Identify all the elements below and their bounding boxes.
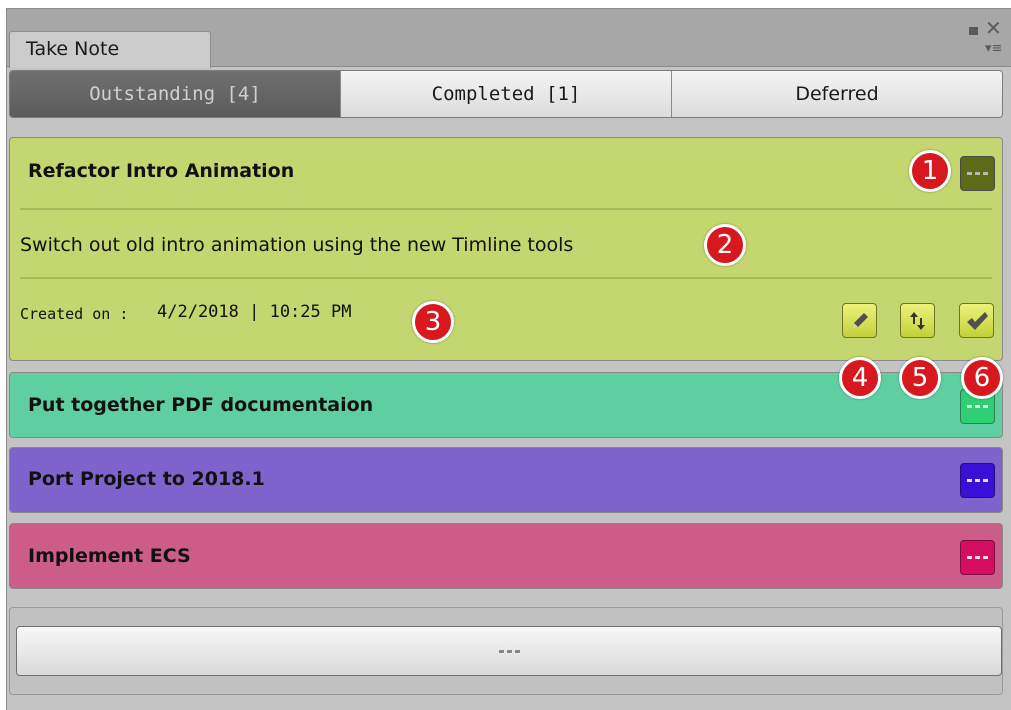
- reorder-button[interactable]: [900, 303, 935, 338]
- edit-button[interactable]: [842, 303, 877, 338]
- dots-menu-icon: [967, 172, 988, 175]
- dots-menu-icon: [967, 556, 988, 559]
- close-icon[interactable]: ✕: [985, 18, 1002, 38]
- callout-badge: 3: [412, 301, 454, 343]
- note-menu-button[interactable]: [960, 540, 995, 575]
- created-timestamp: 4/2/2018 | 10:25 PM: [157, 302, 352, 322]
- callout-badge: 5: [899, 357, 941, 399]
- note-title: Port Project to 2018.1: [28, 468, 265, 490]
- take-note-window: Take Note ✕ ▾≡ Outstanding [4] Completed…: [0, 0, 1011, 710]
- note-menu-button[interactable]: [960, 156, 995, 191]
- tab-completed[interactable]: Completed [1]: [341, 71, 672, 117]
- note-card[interactable]: Refactor Intro Animation Switch out old …: [9, 137, 1003, 361]
- maximize-icon[interactable]: [969, 27, 978, 35]
- note-card[interactable]: Implement ECS: [9, 523, 1003, 589]
- window-menu-icon[interactable]: ▾≡: [985, 42, 1002, 56]
- callout-badge: 2: [704, 224, 746, 266]
- callout-badge: 4: [839, 357, 881, 399]
- window-tab[interactable]: Take Note: [9, 31, 211, 68]
- window-tab-bar: Take Note ✕ ▾≡: [7, 9, 1011, 68]
- note-title: Implement ECS: [28, 545, 191, 567]
- dots-menu-icon: [967, 479, 988, 482]
- pencil-icon: [851, 312, 868, 329]
- callout-badge: 6: [961, 357, 1003, 399]
- add-note-button[interactable]: [16, 626, 1002, 676]
- note-description: Switch out old intro animation using the…: [20, 234, 574, 256]
- callout-badge: 1: [909, 150, 951, 192]
- divider: [20, 208, 992, 210]
- created-label: Created on :: [20, 305, 129, 323]
- note-title: Refactor Intro Animation: [28, 160, 295, 182]
- dots-menu-icon: [498, 649, 520, 653]
- note-card[interactable]: Port Project to 2018.1: [9, 447, 1003, 513]
- tab-deferred[interactable]: Deferred: [672, 71, 1002, 117]
- tab-outstanding[interactable]: Outstanding [4]: [10, 71, 341, 117]
- complete-button[interactable]: [959, 303, 994, 338]
- checkmark-icon: [966, 311, 988, 330]
- note-title: Put together PDF documentaion: [28, 394, 374, 416]
- dots-menu-icon: [967, 405, 988, 408]
- status-toolbar: Outstanding [4] Completed [1] Deferred: [9, 70, 1003, 118]
- reorder-arrows-icon: [909, 311, 925, 330]
- note-menu-button[interactable]: [960, 463, 995, 498]
- divider: [20, 277, 992, 279]
